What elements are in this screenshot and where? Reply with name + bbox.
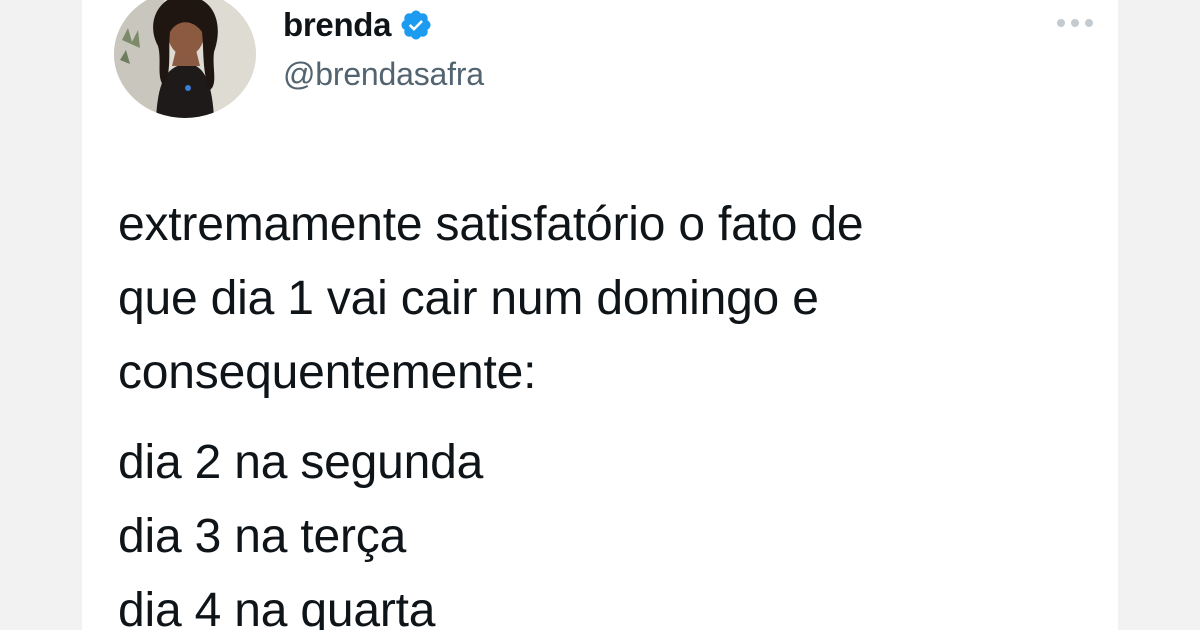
tweet-line: extremamente satisfatório o fato de xyxy=(118,198,864,251)
tweet-paragraph-1: extremamente satisfatório o fato de que … xyxy=(118,188,1078,410)
author-avatar[interactable] xyxy=(114,0,256,118)
tweet-text: extremamente satisfatório o fato de que … xyxy=(118,188,1078,630)
author-name[interactable]: brenda xyxy=(283,6,392,44)
verified-badge-icon xyxy=(399,8,433,42)
more-horizontal-icon xyxy=(1057,19,1093,27)
tweet-line: que dia 1 vai cair num domingo e xyxy=(118,272,819,325)
author-handle[interactable]: @brendasafra xyxy=(283,56,484,93)
tweet-line: dia 4 na quarta xyxy=(118,584,436,630)
tweet-paragraph-2: dia 2 na segunda dia 3 na terça dia 4 na… xyxy=(118,426,1078,630)
tweet-line: dia 3 na terça xyxy=(118,510,407,563)
tweet-line: dia 2 na segunda xyxy=(118,436,484,489)
left-margin-band xyxy=(0,0,82,630)
avatar-photo-icon xyxy=(114,0,256,118)
right-margin-band xyxy=(1118,0,1200,630)
tweet-line: consequentemente: xyxy=(118,346,537,399)
more-options-button[interactable] xyxy=(1052,8,1098,38)
author-name-row: brenda xyxy=(283,2,433,48)
tweet-card: brenda @brendasafra extremamente satisfa… xyxy=(82,0,1118,630)
